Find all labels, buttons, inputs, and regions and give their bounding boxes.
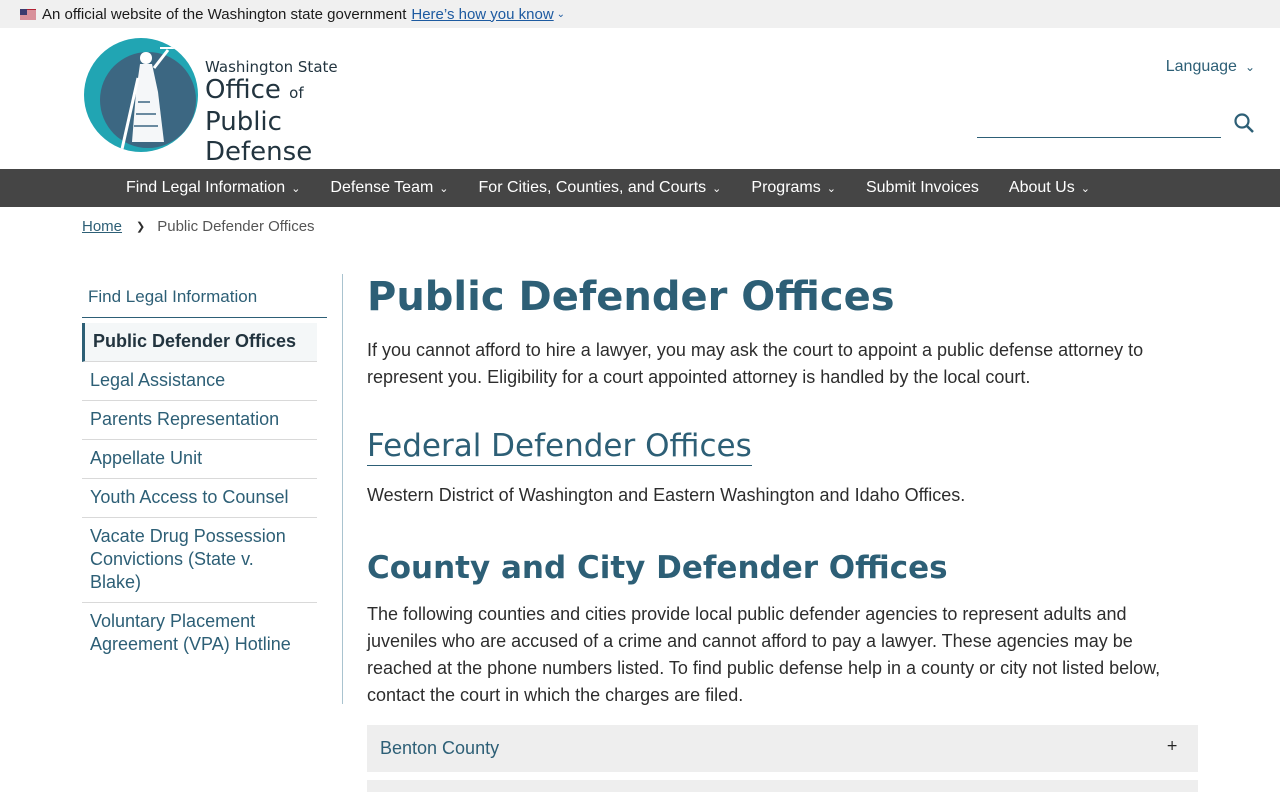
county-heading: County and City Defender Offices [367,550,948,586]
plus-icon: + [1166,737,1178,754]
nav-defense-team[interactable]: Defense Team ⌄ [330,179,448,197]
logo-line-office: Office [205,75,281,105]
language-selector[interactable]: Language ⌄ [1166,58,1255,76]
breadcrumb-current: Public Defender Offices [157,218,315,235]
gov-banner: An official website of the Washington st… [0,0,1280,28]
sidebar-item-appellate-unit[interactable]: Appellate Unit [82,440,317,479]
sidebar-item-vpa-hotline[interactable]: Voluntary Placement Agreement (VPA) Hotl… [82,603,317,664]
sidebar-item-youth-access[interactable]: Youth Access to Counsel [82,479,317,518]
breadcrumb-home-link[interactable]: Home [82,218,122,235]
nav-find-legal-information[interactable]: Find Legal Information ⌄ [126,179,300,197]
chevron-down-icon: ⌄ [712,182,722,195]
chevron-down-icon: ⌄ [1080,182,1090,195]
search-icon[interactable] [1233,112,1255,134]
sidebar-divider [342,274,343,704]
chevron-down-icon: ⌄ [291,182,301,195]
language-label: Language [1165,58,1237,75]
site-logo[interactable]: Washington State Office of Public Defens… [84,38,384,167]
search-field [977,110,1221,138]
how-you-know-link[interactable]: Here’s how you know [411,6,553,23]
main-content: Public Defender Offices If you cannot af… [367,272,1198,792]
chevron-down-icon: ⌄ [826,182,836,195]
search-input[interactable] [977,110,1221,137]
us-flag-icon [20,8,36,20]
nav-about-us[interactable]: About Us ⌄ [1009,179,1090,197]
logo-line-state: Washington State [205,58,338,76]
chevron-down-icon[interactable]: ⌄ [557,9,565,20]
sidebar-title[interactable]: Find Legal Information [82,280,327,318]
sidebar-item-vacate-drug-possession[interactable]: Vacate Drug Possession Convictions (Stat… [82,518,317,603]
logo-line-of: of [289,84,304,102]
county-paragraph: The following counties and cities provid… [367,604,1161,705]
site-header: Washington State Office of Public Defens… [0,28,1280,169]
accordion-label: Benton County [380,738,500,758]
sidebar-item-legal-assistance[interactable]: Legal Assistance [82,362,317,401]
accordion-next[interactable] [367,780,1198,792]
breadcrumb: Home ❯ Public Defender Offices [82,218,315,235]
sidebar-nav: Find Legal Information Public Defender O… [82,280,327,664]
chevron-down-icon: ⌄ [439,182,449,195]
intro-paragraph: If you cannot afford to hire a lawyer, y… [367,340,1144,387]
page-title: Public Defender Offices [367,274,895,320]
nav-submit-invoices[interactable]: Submit Invoices [866,179,979,197]
federal-defender-link[interactable]: Federal Defender Offices [367,427,752,466]
chevron-down-icon: ⌄ [1244,60,1255,74]
federal-text: Western District of Washington and Easte… [367,485,966,505]
nav-programs[interactable]: Programs ⌄ [751,179,836,197]
logo-emblem [84,38,198,152]
gov-banner-text: An official website of the Washington st… [42,5,407,23]
accordion-benton-county[interactable]: Benton County + [367,725,1198,772]
sidebar-item-public-defender-offices[interactable]: Public Defender Offices [82,323,317,362]
chevron-right-icon: ❯ [136,221,146,233]
nav-cities-counties-courts[interactable]: For Cities, Counties, and Courts ⌄ [479,179,722,197]
lady-justice-icon [119,47,176,152]
logo-line-public-defense: Public Defense [205,107,313,167]
main-nav: Find Legal Information ⌄ Defense Team ⌄ Fo… [0,169,1280,207]
sidebar-item-parents-representation[interactable]: Parents Representation [82,401,317,440]
sidebar-list: Public Defender Offices Legal Assistance… [82,323,317,664]
